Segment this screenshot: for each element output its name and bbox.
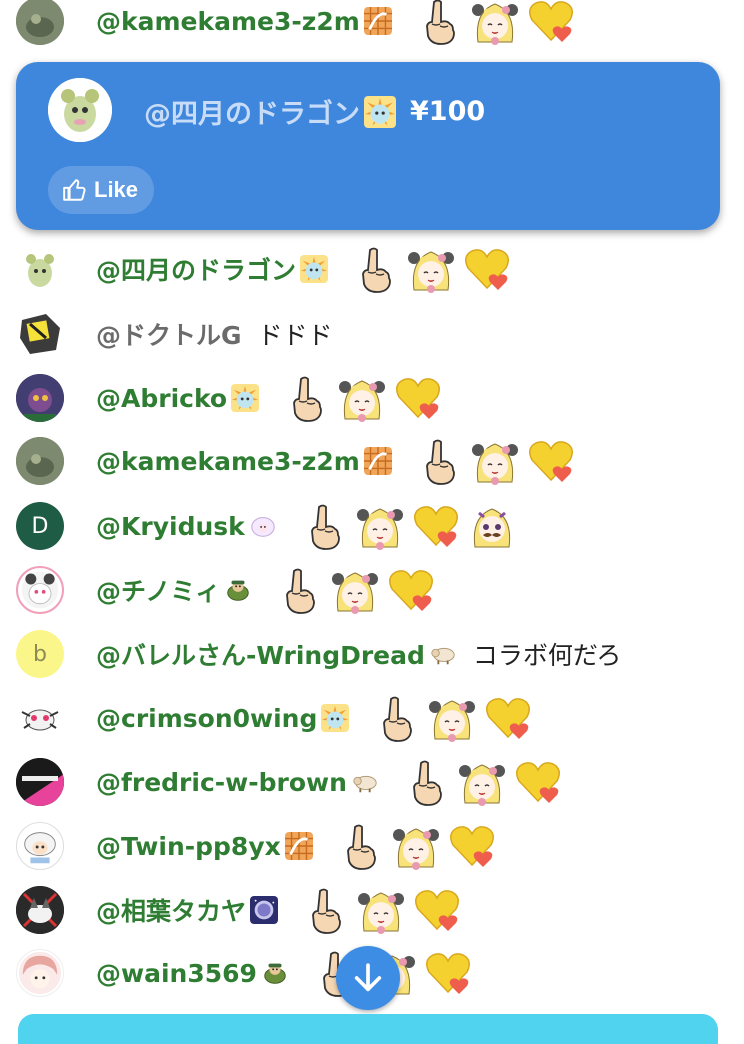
avatar[interactable]: b (16, 630, 64, 678)
avatar[interactable]: D (16, 502, 64, 550)
girl-face-emoji-icon (470, 436, 520, 486)
author-name[interactable]: @Abricko (96, 384, 227, 413)
yellow-burst-badge-icon (231, 384, 259, 412)
finger-up-emoji-icon (414, 0, 464, 46)
avatar[interactable] (16, 886, 64, 934)
avatar[interactable] (16, 822, 64, 870)
superchat-amount: ¥100 (410, 96, 486, 127)
girl-face-emoji-icon (457, 757, 507, 807)
avatar[interactable] (16, 949, 64, 997)
author-name[interactable]: @チノミィ (96, 572, 220, 608)
avatar-letter: b (33, 641, 47, 667)
mustache-face-emoji-icon (467, 501, 517, 551)
yellow-heart-emoji-icon (526, 0, 576, 46)
superchat-card: @四月のドラゴン ¥100 Like (16, 62, 720, 230)
orange-grid-badge-icon (364, 7, 392, 35)
like-button[interactable]: Like (48, 166, 155, 214)
author-name[interactable]: @Twin-pp8yx (96, 832, 281, 861)
yellow-heart-emoji-icon (526, 436, 576, 486)
avatar[interactable] (16, 566, 64, 614)
girl-face-emoji-icon (356, 885, 406, 935)
chat-message: @ドクトルG ドドド (0, 302, 744, 366)
girl-face-emoji-icon (330, 565, 380, 615)
finger-up-emoji-icon (281, 373, 331, 423)
girl-face-emoji-icon (470, 0, 520, 46)
chat-message: @crimson0wing (0, 686, 744, 750)
finger-up-emoji-icon (274, 565, 324, 615)
avatar[interactable] (48, 78, 112, 142)
yellow-heart-emoji-icon (462, 244, 512, 294)
orange-grid-badge-icon (285, 832, 313, 860)
author-name[interactable]: @バレルさん-WringDread (96, 636, 425, 672)
finger-up-emoji-icon (299, 501, 349, 551)
arrow-down-icon (354, 963, 382, 992)
finger-up-emoji-icon (350, 244, 400, 294)
girl-face-emoji-icon (391, 821, 441, 871)
avatar[interactable] (16, 437, 64, 485)
orange-grid-badge-icon (364, 447, 392, 475)
chat-message: @Twin-pp8yx (0, 814, 744, 878)
girl-face-emoji-icon (427, 693, 477, 743)
yellow-heart-emoji-icon (513, 757, 563, 807)
avatar-letter: D (31, 513, 49, 539)
girl-face-emoji-icon (337, 373, 387, 423)
bottom-banner (18, 1014, 718, 1044)
author-name[interactable]: @四月のドラゴン (96, 251, 296, 287)
chat-message: @kamekame3-z2m (0, 429, 744, 493)
author-name[interactable]: @crimson0wing (96, 704, 317, 733)
yellow-burst-badge-icon (364, 96, 396, 128)
chat-message: @Abricko (0, 366, 744, 430)
finger-up-emoji-icon (300, 885, 350, 935)
astronaut-badge-icon (250, 896, 278, 924)
thumbs-up-icon (63, 179, 86, 201)
superchat-author[interactable]: @四月のドラゴン (144, 92, 360, 131)
chat-message: @チノミィ (0, 558, 744, 622)
yellow-burst-badge-icon (300, 255, 328, 283)
message-text: コラボ何だろ (472, 641, 622, 670)
finger-up-emoji-icon (335, 821, 385, 871)
sheep-small-badge-icon (351, 768, 379, 796)
avatar[interactable] (16, 374, 64, 422)
yellow-heart-emoji-icon (447, 821, 497, 871)
yellow-heart-emoji-icon (412, 885, 462, 935)
author-name[interactable]: @相葉タカヤ (96, 892, 246, 928)
chat-message: D @Kryidusk (0, 494, 744, 558)
scroll-to-bottom-button[interactable] (336, 946, 400, 1010)
yellow-heart-emoji-icon (411, 501, 461, 551)
turtle-badge-icon (261, 959, 289, 987)
avatar[interactable] (16, 0, 64, 45)
author-name[interactable]: @ドクトルG (96, 316, 242, 352)
yellow-heart-emoji-icon (386, 565, 436, 615)
like-label: Like (94, 177, 139, 202)
chat-message: b @バレルさん-WringDread コラボ何だろ (0, 622, 744, 686)
author-name[interactable]: @kamekame3-z2m (96, 7, 360, 36)
avatar[interactable] (16, 758, 64, 806)
chat-message: @相葉タカヤ (0, 878, 744, 942)
author-name[interactable]: @fredric-w-brown (96, 768, 347, 797)
finger-up-emoji-icon (414, 436, 464, 486)
message-text: ドドド (257, 321, 333, 350)
avatar[interactable] (16, 694, 64, 742)
finger-up-emoji-icon (401, 757, 451, 807)
yellow-heart-emoji-icon (483, 693, 533, 743)
yellow-heart-emoji-icon (423, 948, 473, 998)
avatar[interactable] (16, 310, 64, 358)
author-name[interactable]: @kamekame3-z2m (96, 447, 360, 476)
sheep-small-badge-icon (429, 640, 457, 668)
yellow-heart-emoji-icon (393, 373, 443, 423)
author-name[interactable]: @Kryidusk (96, 512, 245, 541)
chat-message: @kamekame3-z2m (0, 0, 744, 53)
finger-up-emoji-icon (371, 693, 421, 743)
turtle-badge-icon (224, 576, 252, 604)
chat-message: @四月のドラゴン (0, 237, 744, 301)
girl-face-emoji-icon (355, 501, 405, 551)
author-name[interactable]: @wain3569 (96, 959, 257, 988)
yellow-burst-badge-icon (321, 704, 349, 732)
avatar[interactable] (16, 245, 64, 293)
girl-face-emoji-icon (406, 244, 456, 294)
sheep-badge-icon (249, 512, 277, 540)
chat-message: @fredric-w-brown (0, 750, 744, 814)
